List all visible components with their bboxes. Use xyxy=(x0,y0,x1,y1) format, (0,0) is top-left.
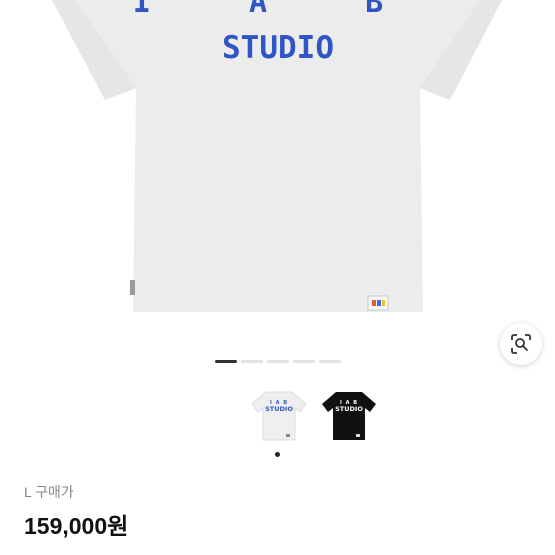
side-tag xyxy=(130,280,135,295)
image-search-button[interactable] xyxy=(500,323,542,365)
pager-segment[interactable] xyxy=(215,360,237,363)
price-value: 159,000원 xyxy=(24,513,129,539)
pager-segment[interactable] xyxy=(319,360,341,363)
print-main-text: STUDIO xyxy=(222,30,334,66)
print-top-text: I A B xyxy=(133,0,423,20)
price-label: L 구매가 xyxy=(24,484,74,500)
product-image[interactable]: I A B STUDIO xyxy=(0,0,555,340)
image-pager xyxy=(215,360,341,363)
pager-segment[interactable] xyxy=(293,360,315,363)
image-search-icon xyxy=(511,334,531,354)
thumb-main-text: STUDIO xyxy=(265,405,293,413)
pager-segment[interactable] xyxy=(241,360,263,363)
pager-segment[interactable] xyxy=(267,360,289,363)
thumb-main-text: STUDIO xyxy=(335,405,363,413)
thumbnail-selected-dot xyxy=(275,452,280,457)
thumbnail-black-shirt[interactable]: I A B STUDIO xyxy=(318,384,380,446)
thumbnail-white-shirt[interactable]: I A B STUDIO xyxy=(248,384,310,446)
